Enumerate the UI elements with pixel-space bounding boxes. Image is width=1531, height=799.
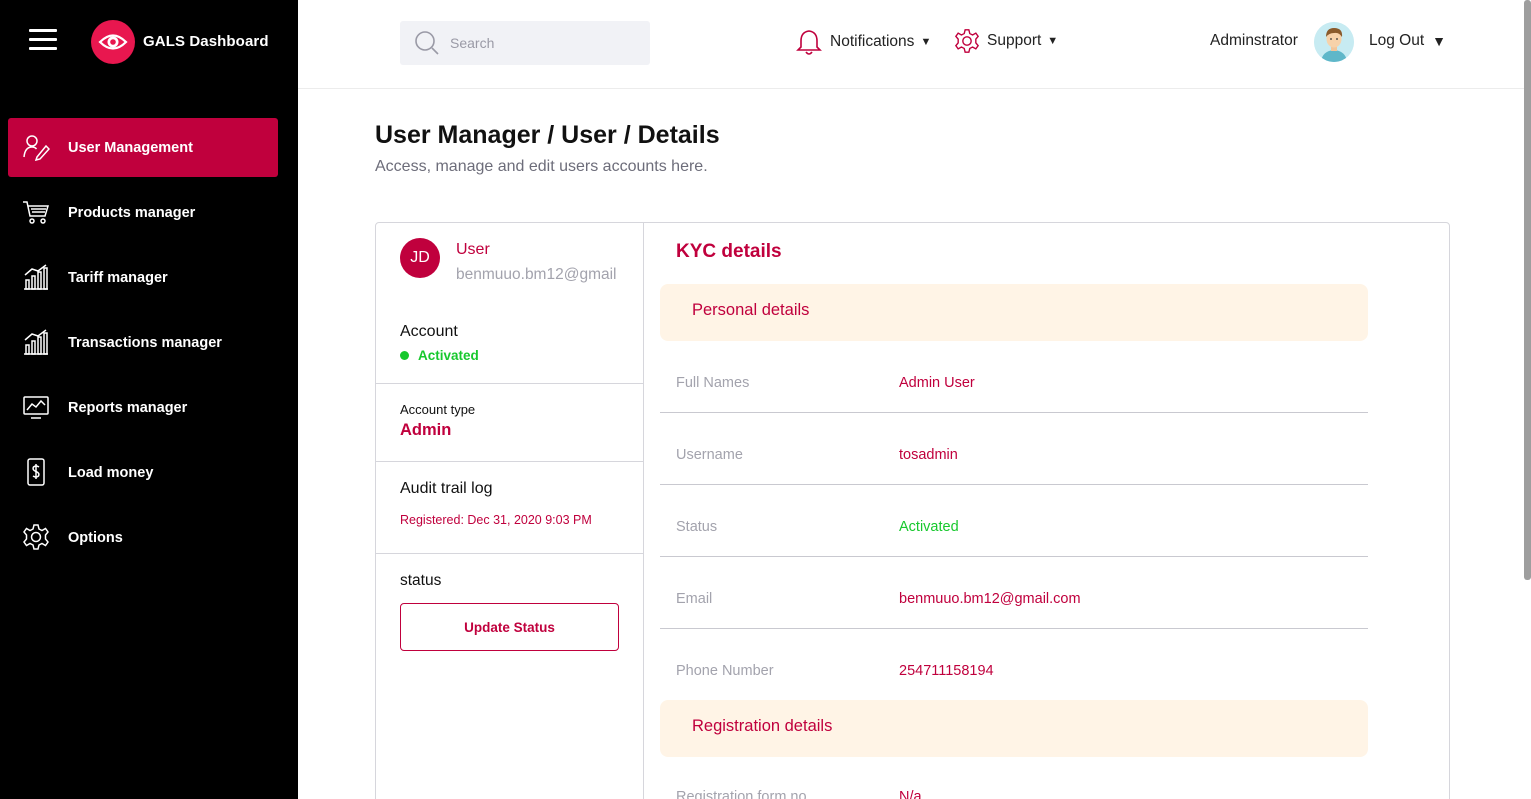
scrollbar[interactable] bbox=[1524, 0, 1531, 580]
kyc-row-registration-form: Registration form no N/a bbox=[660, 757, 1368, 799]
search-input[interactable] bbox=[450, 21, 640, 65]
field-value: N/a bbox=[899, 789, 922, 799]
personal-details-title: Personal details bbox=[692, 301, 810, 319]
divider bbox=[376, 461, 644, 462]
update-status-button[interactable]: Update Status bbox=[400, 603, 619, 651]
logout-menu[interactable]: Log Out ▼ bbox=[1369, 32, 1446, 50]
brand-title: GALS Dashboard bbox=[143, 33, 269, 50]
bell-icon bbox=[796, 28, 822, 56]
sidebar-item-load-money[interactable]: Load money bbox=[8, 443, 278, 502]
kyc-row-full-names: Full Names Admin User bbox=[660, 341, 1368, 413]
kyc-title: KYC details bbox=[676, 241, 782, 262]
eye-logo-icon bbox=[91, 20, 135, 64]
account-status: Activated bbox=[400, 348, 479, 363]
status-dot-icon bbox=[400, 351, 409, 360]
topbar: Notifications ▼ Support ▼ Adminstrator bbox=[298, 0, 1531, 89]
field-label: Email bbox=[676, 591, 713, 607]
admin-name: Adminstrator bbox=[1210, 32, 1298, 49]
status-label: status bbox=[400, 572, 442, 589]
search-box[interactable] bbox=[400, 21, 650, 65]
logout-label: Log Out bbox=[1369, 32, 1425, 49]
notifications-menu[interactable]: Notifications ▼ bbox=[796, 28, 931, 56]
account-label: Account bbox=[400, 323, 458, 340]
search-icon bbox=[414, 30, 440, 61]
sidebar-item-label: Reports manager bbox=[68, 399, 188, 416]
field-label: Username bbox=[676, 447, 743, 463]
caret-down-icon: ▼ bbox=[1047, 35, 1059, 47]
user-name: User bbox=[456, 241, 490, 258]
cart-icon bbox=[22, 198, 50, 226]
bar-chart-icon bbox=[22, 328, 50, 356]
sidebar-item-label: Transactions manager bbox=[68, 334, 222, 351]
app-root: GALS Dashboard User Management Products … bbox=[0, 0, 1531, 799]
sidebar-item-label: Products manager bbox=[68, 204, 196, 221]
gear-icon bbox=[22, 523, 50, 551]
audit-trail-value: Registered: Dec 31, 2020 9:03 PM bbox=[400, 513, 592, 527]
page-title: User Manager / User / Details bbox=[375, 121, 720, 149]
field-label: Status bbox=[676, 519, 718, 535]
account-type-label: Account type bbox=[400, 402, 476, 417]
user-initials-avatar: JD bbox=[400, 238, 440, 278]
bar-chart-icon bbox=[22, 263, 50, 291]
divider bbox=[376, 553, 644, 554]
field-label: Phone Number bbox=[676, 663, 774, 679]
sidebar-item-tariff-manager[interactable]: Tariff manager bbox=[8, 248, 278, 307]
field-value: 254711158194 bbox=[899, 663, 994, 679]
audit-trail-label: Audit trail log bbox=[400, 480, 493, 497]
field-label: Full Names bbox=[676, 375, 750, 391]
user-edit-icon bbox=[22, 133, 50, 161]
account-type-value: Admin bbox=[400, 421, 452, 439]
field-value: benmuuo.bm12@gmail.com bbox=[899, 591, 1081, 607]
support-label: Support bbox=[987, 32, 1042, 49]
account-status-text: Activated bbox=[418, 348, 479, 363]
sidebar-nav: User Management Products manager Tariff … bbox=[8, 118, 278, 573]
field-label: Registration form no bbox=[676, 789, 807, 799]
divider bbox=[376, 383, 644, 384]
report-icon bbox=[22, 393, 50, 421]
page-subtitle: Access, manage and edit users accounts h… bbox=[375, 158, 708, 175]
kyc-row-phone: Phone Number 254711158194 bbox=[660, 629, 1368, 699]
sidebar-item-options[interactable]: Options bbox=[8, 508, 278, 567]
sidebar-item-label: Options bbox=[68, 529, 123, 546]
avatar[interactable] bbox=[1314, 22, 1354, 62]
sidebar-item-label: Load money bbox=[68, 464, 154, 481]
sidebar-item-user-management[interactable]: User Management bbox=[8, 118, 278, 177]
caret-down-icon: ▼ bbox=[920, 36, 932, 48]
sidebar-item-label: Tariff manager bbox=[68, 269, 168, 286]
registration-details-header: Registration details bbox=[660, 700, 1368, 757]
money-icon bbox=[22, 458, 50, 486]
kyc-panel: KYC details Personal details Full Names … bbox=[644, 223, 1449, 799]
sidebar: GALS Dashboard User Management Products … bbox=[0, 0, 298, 799]
field-value: Admin User bbox=[899, 375, 975, 391]
user-details-card: JD User benmuuo.bm12@gmail Account Activ… bbox=[375, 222, 1450, 799]
personal-details-header: Personal details bbox=[660, 284, 1368, 341]
registration-details-title: Registration details bbox=[692, 717, 833, 735]
field-value: tosadmin bbox=[899, 447, 958, 463]
caret-down-icon: ▼ bbox=[1432, 33, 1447, 49]
kyc-row-email: Email benmuuo.bm12@gmail.com bbox=[660, 557, 1368, 629]
user-summary-panel: JD User benmuuo.bm12@gmail Account Activ… bbox=[376, 223, 644, 799]
settings-icon bbox=[954, 28, 980, 54]
field-value: Activated bbox=[899, 519, 959, 535]
sidebar-item-label: User Management bbox=[68, 139, 193, 156]
kyc-row-status: Status Activated bbox=[660, 485, 1368, 557]
sidebar-item-transactions-manager[interactable]: Transactions manager bbox=[8, 313, 278, 372]
menu-icon[interactable] bbox=[29, 29, 57, 50]
kyc-row-username: Username tosadmin bbox=[660, 413, 1368, 485]
notifications-label: Notifications bbox=[830, 33, 915, 50]
user-email: benmuuo.bm12@gmail bbox=[456, 266, 617, 283]
support-menu[interactable]: Support ▼ bbox=[954, 28, 1058, 54]
sidebar-item-reports-manager[interactable]: Reports manager bbox=[8, 378, 278, 437]
sidebar-item-products-manager[interactable]: Products manager bbox=[8, 183, 278, 242]
